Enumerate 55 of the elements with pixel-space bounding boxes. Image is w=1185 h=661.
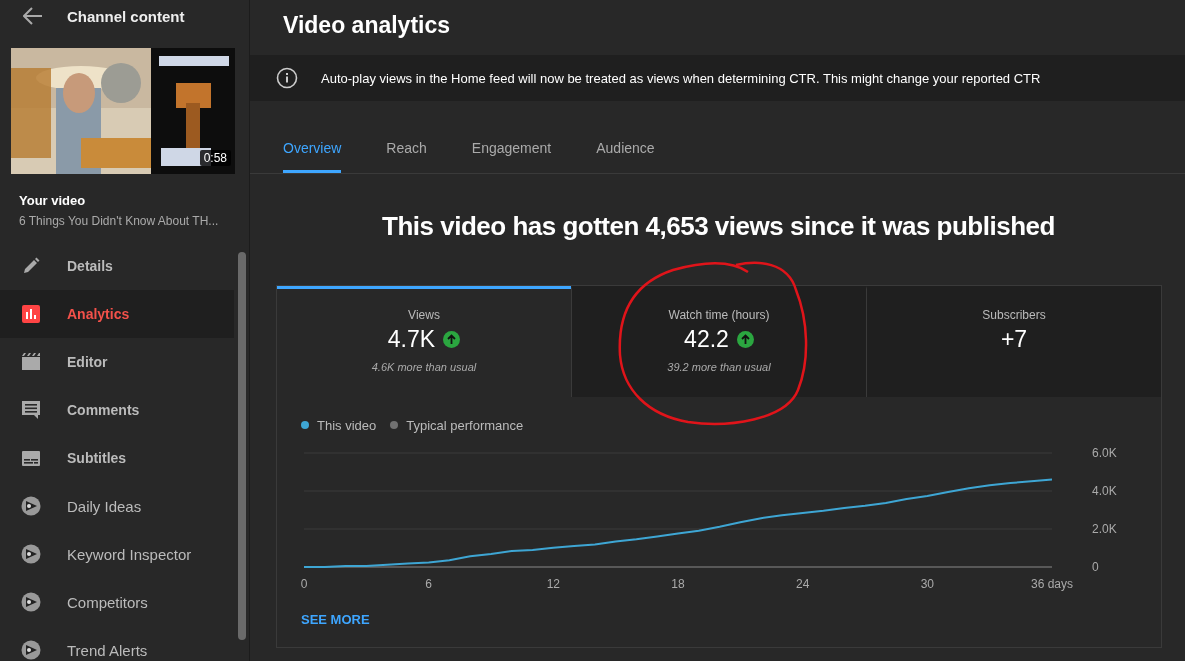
sidebar-item[interactable]: Trend Alerts — [0, 626, 234, 661]
axis-label: 4.0K — [1092, 484, 1117, 498]
video-label: Your video — [19, 193, 87, 208]
pencil-icon — [21, 256, 41, 276]
metric-note: 39.2 more than usual — [667, 361, 771, 373]
sidebar-item[interactable]: Comments — [0, 386, 234, 434]
sidebar-title: Channel content — [67, 7, 185, 25]
play-badge-icon — [21, 544, 41, 564]
back-arrow-icon[interactable] — [23, 7, 43, 25]
axis-label: 6 — [425, 577, 432, 591]
axis-label: 24 — [796, 577, 810, 591]
bar-chart-icon — [21, 304, 41, 324]
legend-label: Typical performance — [406, 417, 524, 433]
sidebar-item[interactable]: Keyword Inspector — [0, 530, 234, 578]
sidebar-item[interactable]: Analytics — [0, 290, 234, 338]
tab[interactable]: Overview — [283, 140, 342, 173]
tab[interactable]: Reach — [386, 140, 427, 173]
metric-value: 42.2 — [684, 326, 729, 353]
sidebar-item[interactable]: Details — [0, 242, 234, 290]
scrollbar[interactable] — [238, 252, 246, 640]
tab[interactable]: Audience — [596, 140, 655, 173]
axis-label: 2.0K — [1092, 522, 1117, 536]
tab[interactable]: Engagement — [471, 140, 552, 173]
metric-tab[interactable]: Subscribers +7 — [866, 286, 1161, 397]
sidebar-item[interactable]: Subtitles — [0, 434, 234, 482]
axis-label: 36 days — [1031, 577, 1073, 591]
metric-label: Views — [408, 308, 440, 322]
metric-value: 4.7K — [387, 326, 436, 353]
metric-label: Watch time (hours) — [668, 308, 770, 322]
comment-icon — [21, 400, 41, 420]
sidebar-item[interactable]: Editor — [0, 338, 234, 386]
duration-badge: 0:58 — [199, 150, 231, 166]
headline: This video has gotten 4,653 views since it was published — [381, 211, 1056, 243]
axis-label: 18 — [671, 577, 685, 591]
metric-note: 4.6K more than usual — [371, 361, 477, 373]
axis-label: 0 — [1092, 560, 1099, 574]
clapperboard-icon — [21, 352, 41, 372]
play-badge-icon — [21, 496, 41, 516]
axis-label: 12 — [546, 577, 560, 591]
metric-label: Subscribers — [982, 308, 1046, 322]
info-icon — [276, 67, 298, 89]
subtitles-icon — [21, 448, 41, 468]
see-more-link[interactable]: SEE MORE — [301, 612, 370, 627]
page-title: Video analytics — [283, 11, 451, 39]
sidebar-item[interactable]: Competitors — [0, 578, 234, 626]
metric-tab[interactable]: Watch time (hours) 42.2 39.2 more than usual — [571, 286, 866, 397]
notice-text: Auto-play views in the Home feed will now be treated as views when determining CTR. This might change your reported CTR — [321, 70, 1041, 86]
axis-label: 30 — [920, 577, 934, 591]
axis-label: 6.0K — [1092, 446, 1117, 460]
video-title: 6 Things You Didn't Know About TH... — [19, 214, 220, 228]
metric-value: +7 — [1000, 326, 1028, 353]
legend-label: This video — [317, 417, 377, 433]
play-badge-icon — [21, 592, 41, 612]
sidebar-item[interactable]: Daily Ideas — [0, 482, 234, 530]
axis-label: 0 — [300, 577, 308, 591]
